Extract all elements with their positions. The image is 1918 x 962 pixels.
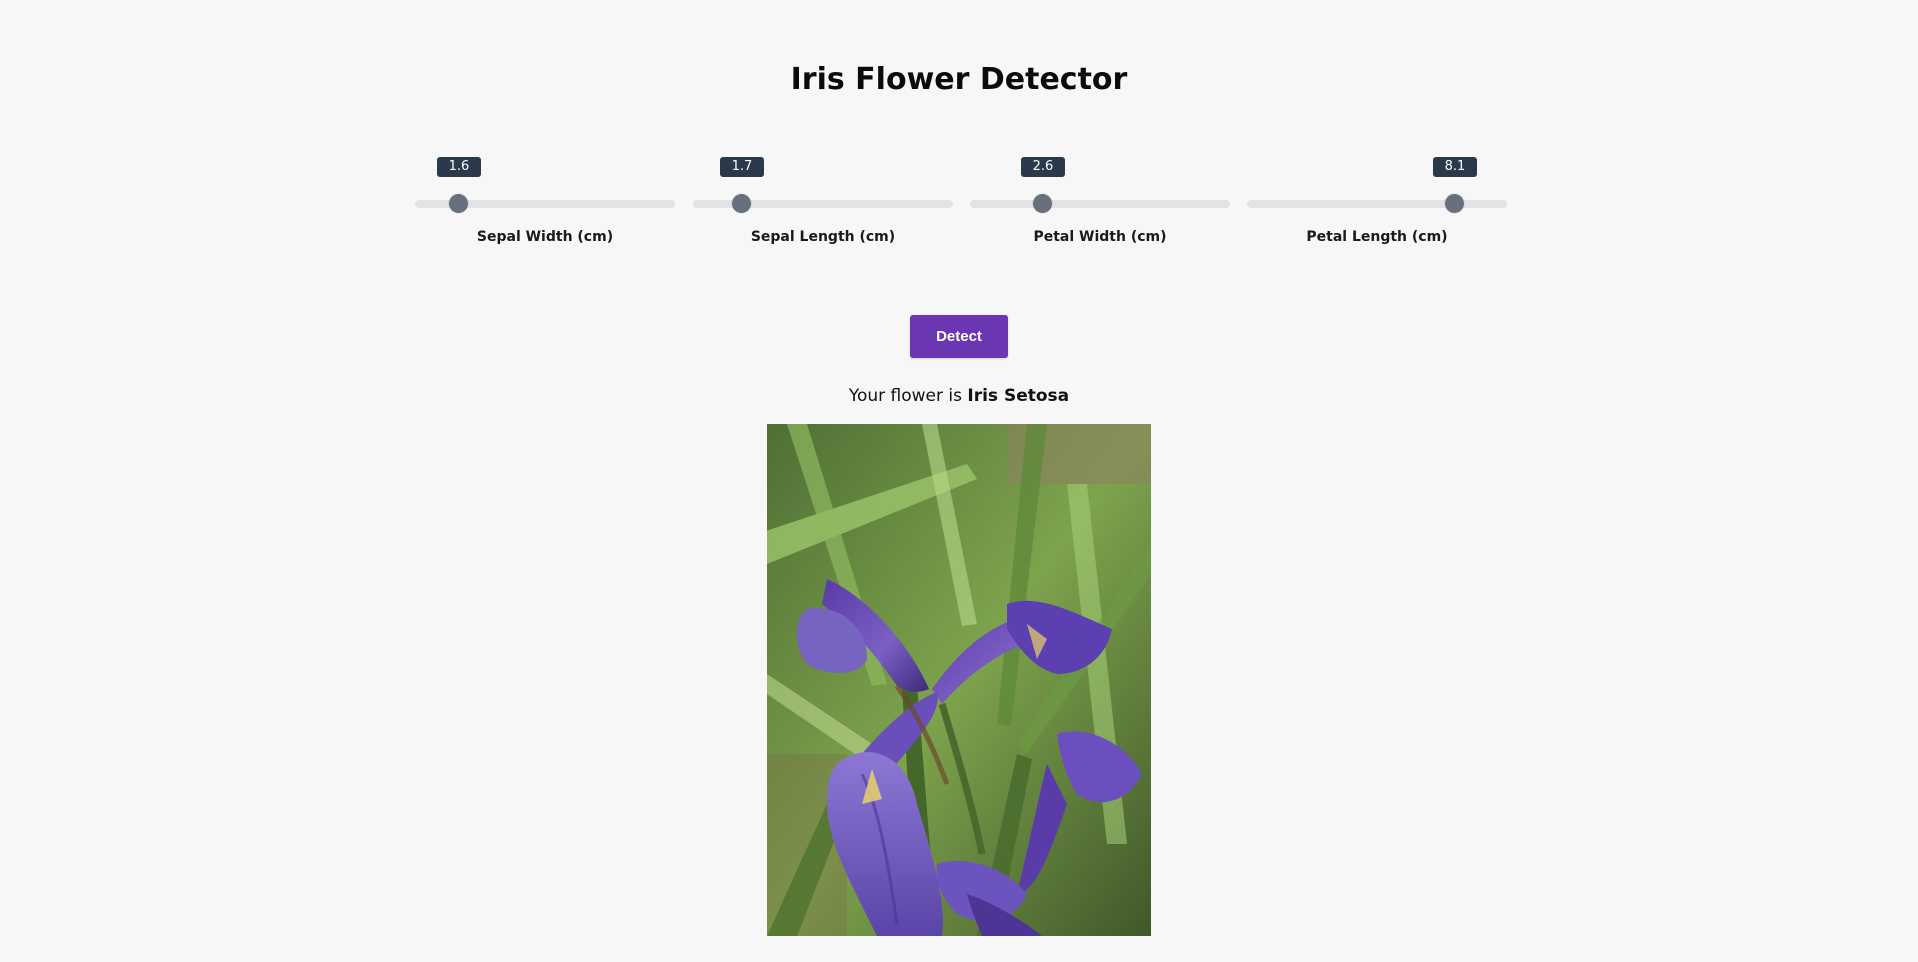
slider-label: Sepal Length (cm) [750,229,896,245]
iris-flower-illustration [767,424,1151,936]
iris-flower-image [767,424,1151,936]
slider-thumb[interactable] [1033,194,1052,213]
slider-thumb[interactable] [732,194,751,213]
prediction-result: Your flower is Iris Setosa [0,386,1918,406]
slider-label: Petal Width (cm) [1033,229,1167,245]
sepal-length-slider[interactable]: 1.7 Sepal Length (cm) [693,155,953,245]
slider-track[interactable] [1247,200,1507,208]
page: Iris Flower Detector 1.6 Sepal Width (cm… [0,0,1918,962]
detect-button[interactable]: Detect [910,315,1008,358]
slider-value-badge: 1.7 [720,157,764,177]
petal-length-slider[interactable]: 8.1 Petal Length (cm) [1247,155,1507,245]
slider-value-badge: 8.1 [1433,157,1477,177]
slider-label: Sepal Width (cm) [476,229,614,245]
slider-label: Petal Length (cm) [1306,229,1448,245]
slider-value-badge: 2.6 [1021,157,1065,177]
page-title: Iris Flower Detector [790,62,1128,97]
result-prefix: Your flower is [848,386,962,406]
slider-track[interactable] [970,200,1230,208]
result-species: Iris Setosa [967,386,1070,406]
sepal-width-slider[interactable]: 1.6 Sepal Width (cm) [415,155,675,245]
slider-value-badge: 1.6 [437,157,481,177]
petal-width-slider[interactable]: 2.6 Petal Width (cm) [970,155,1230,245]
slider-thumb[interactable] [449,194,468,213]
slider-thumb[interactable] [1445,194,1464,213]
